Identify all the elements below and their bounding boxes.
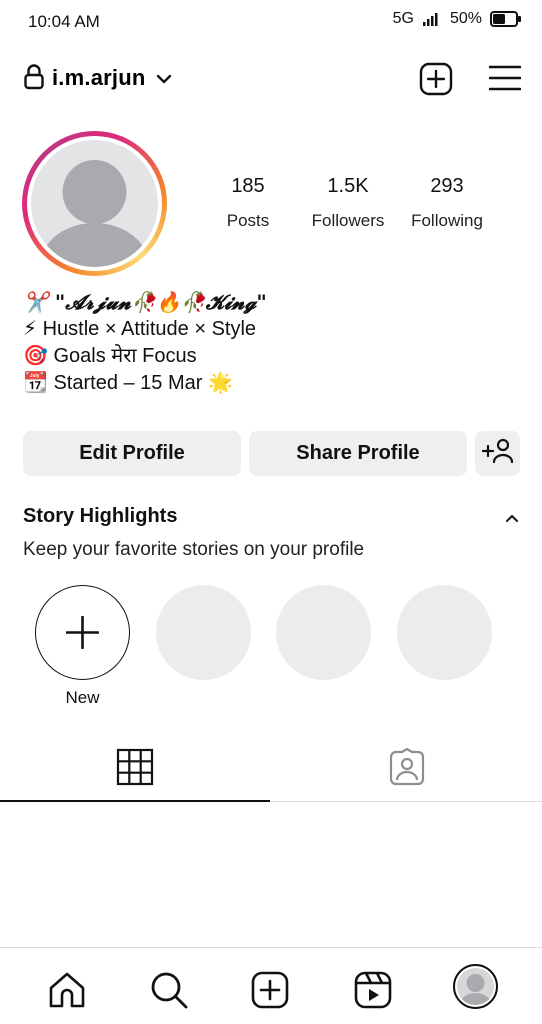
username[interactable]: i.m.arjun [52, 65, 146, 91]
status-indicators: 5G 50% [393, 10, 522, 28]
bio-line-tagline: ⚡ Hustle × Attitude × Style [23, 318, 257, 340]
stat-followers[interactable]: 1.5K Followers [293, 174, 403, 232]
active-tab-indicator [0, 800, 270, 802]
stat-following-value: 293 [430, 175, 464, 197]
stat-followers-label: Followers [311, 211, 385, 230]
highlights-title: Story Highlights [23, 505, 178, 527]
profile-header: i.m.arjun [0, 56, 542, 102]
battery-percent: 50% [449, 10, 482, 27]
new-highlight-button[interactable] [35, 585, 130, 680]
bottom-nav-divider [0, 947, 542, 948]
profile-bio: ✂️ "𝓐𝓻𝓳𝓾𝓷🥀🔥🥀𝓚𝓲𝓷𝓰" ⚡ Hustle × Attitude × … [23, 289, 267, 397]
add-person-icon [481, 438, 514, 470]
network-type: 5G [392, 10, 414, 27]
stat-following[interactable]: 293 Following [392, 174, 502, 232]
bio-line-name: ✂️ "𝓐𝓻𝓳𝓾𝓷🥀🔥🥀𝓚𝓲𝓷𝓰" [23, 290, 267, 314]
stat-posts-value: 185 [231, 175, 265, 197]
reels-icon[interactable] [351, 968, 395, 1012]
tagged-person-icon[interactable] [388, 747, 428, 788]
stat-posts-label: Posts [226, 211, 270, 230]
plus-icon [66, 616, 99, 649]
status-time: 10:04 AM [28, 12, 100, 31]
stat-following-label: Following [411, 211, 483, 230]
discover-people-button[interactable] [475, 431, 520, 476]
profile-avatar[interactable] [22, 131, 167, 276]
lock-icon [24, 64, 44, 95]
highlight-placeholder [276, 585, 371, 680]
chevron-up-icon[interactable] [505, 510, 519, 528]
new-highlight-label: New [65, 688, 100, 707]
create-icon[interactable] [248, 968, 292, 1012]
highlight-placeholder [397, 585, 492, 680]
avatar-placeholder-icon [31, 140, 158, 267]
bio-line-started: 📆 Started – 15 Mar 🌟 [23, 372, 233, 394]
battery-icon [490, 11, 522, 27]
status-bar: 10:04 AM 5G 50% [0, 0, 542, 44]
signal-icon [422, 11, 442, 27]
edit-profile-button[interactable]: Edit Profile [23, 431, 241, 476]
chevron-down-icon[interactable] [156, 72, 172, 90]
bio-line-goals: 🎯 Goals मेरा Focus [23, 345, 197, 367]
search-icon[interactable] [147, 968, 191, 1012]
grid-icon[interactable] [116, 748, 156, 788]
highlights-subtitle: Keep your favorite stories on your profi… [23, 539, 365, 560]
avatar-placeholder-icon [457, 968, 494, 1005]
profile-tab-avatar[interactable] [453, 964, 498, 1009]
highlight-placeholder [156, 585, 251, 680]
stat-followers-value: 1.5K [327, 175, 369, 197]
share-profile-button[interactable]: Share Profile [249, 431, 467, 476]
plus-square-icon[interactable] [419, 62, 453, 101]
home-icon[interactable] [45, 968, 89, 1012]
stat-posts[interactable]: 185 Posts [193, 174, 303, 232]
hamburger-menu-icon[interactable] [488, 64, 522, 97]
